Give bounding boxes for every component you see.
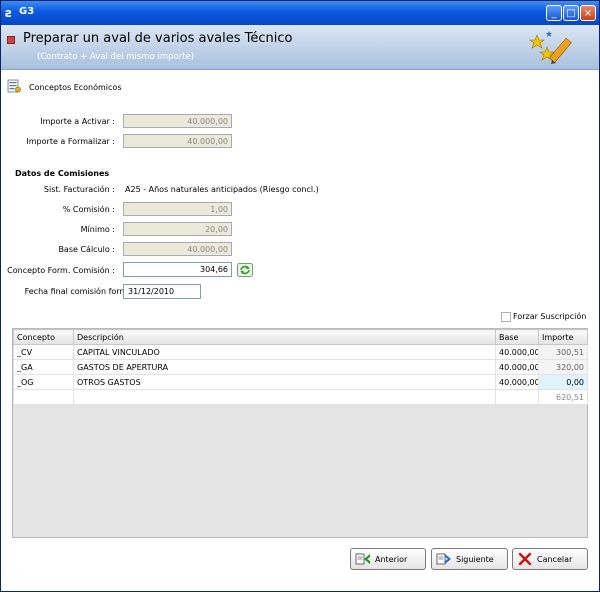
maximize-button[interactable]: □ <box>563 5 579 21</box>
cell-empty <box>495 389 539 405</box>
pct-comision-label: % Comisión : <box>62 205 115 214</box>
cell-descripcion: OTROS GASTOS <box>73 374 496 390</box>
cell-base: 40.000,00 <box>495 359 539 375</box>
section-datos-comisiones: Datos de Comisiones <box>15 169 110 178</box>
fecha-final-comision-input[interactable]: 31/12/2010 <box>123 284 201 299</box>
forward-arrow-icon <box>436 553 451 565</box>
cell-importe-editable[interactable]: 0,00 <box>538 374 588 390</box>
cancelar-button[interactable]: Cancelar <box>512 548 588 570</box>
col-header-importe[interactable]: Importe <box>538 329 588 345</box>
cell-concepto: _OG <box>13 374 74 390</box>
anterior-button[interactable]: Anterior <box>350 548 426 570</box>
app-logo-icon: ƨ <box>5 6 13 20</box>
pct-comision-field: 1,00 <box>123 202 232 216</box>
siguiente-button[interactable]: Siguiente <box>431 548 508 570</box>
cell-importe: 320,00 <box>538 359 588 375</box>
forzar-suscripcion-label: Forzar Suscripción <box>513 312 587 321</box>
importe-formalizar-field: 40.000,00 <box>123 134 232 148</box>
importe-activar-label: Importe a Activar : <box>40 117 115 126</box>
cancelar-label: Cancelar <box>537 555 573 564</box>
cancel-x-icon <box>518 552 532 566</box>
cell-importe: 300,51 <box>538 344 588 360</box>
header-banner: Preparar un aval de varios avales Técnic… <box>1 25 599 70</box>
importe-activar-field: 40.000,00 <box>123 114 232 128</box>
bullet-icon <box>7 36 15 44</box>
cell-base: 40.000,00 <box>495 344 539 360</box>
base-calculo-field: 40.000,00 <box>123 242 232 256</box>
sist-facturacion-value: A25 - Años naturales anticipados (Riesgo… <box>125 185 319 194</box>
concepto-form-comision-label: Concepto Form. Comisión : <box>7 266 115 275</box>
section-conceptos-economicos: Conceptos Económicos <box>29 83 122 92</box>
window-title: G3 <box>19 6 35 17</box>
fecha-final-comision-label: Fecha final comisión form. : <box>24 287 135 296</box>
back-arrow-icon <box>355 553 370 565</box>
app-window: ƨ G3 _ □ × Preparar un aval de varios av… <box>0 0 600 592</box>
table-total-row: 620,51 <box>13 389 588 405</box>
page-title: Preparar un aval de varios avales Técnic… <box>23 31 293 46</box>
col-header-concepto[interactable]: Concepto <box>13 329 74 345</box>
cell-concepto: _GA <box>13 359 74 375</box>
close-button[interactable]: × <box>580 5 596 21</box>
table-row[interactable]: _GA GASTOS DE APERTURA 40.000,00 320,00 <box>13 359 588 375</box>
base-calculo-label: Base Cálculo : <box>58 245 115 254</box>
cell-concepto: _CV <box>13 344 74 360</box>
col-header-base[interactable]: Base <box>495 329 539 345</box>
title-bar[interactable]: ƨ G3 _ □ × <box>1 1 599 25</box>
table-row[interactable]: _OG OTROS GASTOS 40.000,00 0,00 <box>13 374 588 390</box>
cell-descripcion: GASTOS DE APERTURA <box>73 359 496 375</box>
forzar-suscripcion-checkbox[interactable] <box>501 312 511 322</box>
col-header-descripcion[interactable]: Descripción <box>73 329 496 345</box>
page-subtitle: (Contrato + Aval del mismo importe) <box>37 52 195 62</box>
calculator-icon <box>7 79 21 93</box>
cell-descripcion: CAPITAL VINCULADO <box>73 344 496 360</box>
minimo-field: 20,00 <box>123 222 232 236</box>
minimize-button[interactable]: _ <box>546 5 562 21</box>
minimo-label: Mínimo : <box>80 225 115 234</box>
importe-formalizar-label: Importe a Formalizar : <box>26 137 115 146</box>
table-row[interactable]: _CV CAPITAL VINCULADO 40.000,00 300,51 <box>13 344 588 360</box>
cell-base: 40.000,00 <box>495 374 539 390</box>
cell-empty <box>73 389 496 405</box>
refresh-icon[interactable] <box>237 263 253 277</box>
total-importe: 620,51 <box>538 389 588 405</box>
concepto-form-comision-input[interactable]: 304,66 <box>123 262 232 277</box>
conceptos-table: Concepto Descripción Base Importe _CV CA… <box>13 329 588 405</box>
sist-facturacion-label: Sist. Facturación : <box>43 185 115 194</box>
conceptos-grid: Concepto Descripción Base Importe _CV CA… <box>12 328 588 538</box>
cell-empty <box>13 389 74 405</box>
siguiente-label: Siguiente <box>456 555 494 564</box>
magic-wand-icon <box>529 31 572 64</box>
table-header-row: Concepto Descripción Base Importe <box>13 329 588 345</box>
anterior-label: Anterior <box>375 555 408 564</box>
